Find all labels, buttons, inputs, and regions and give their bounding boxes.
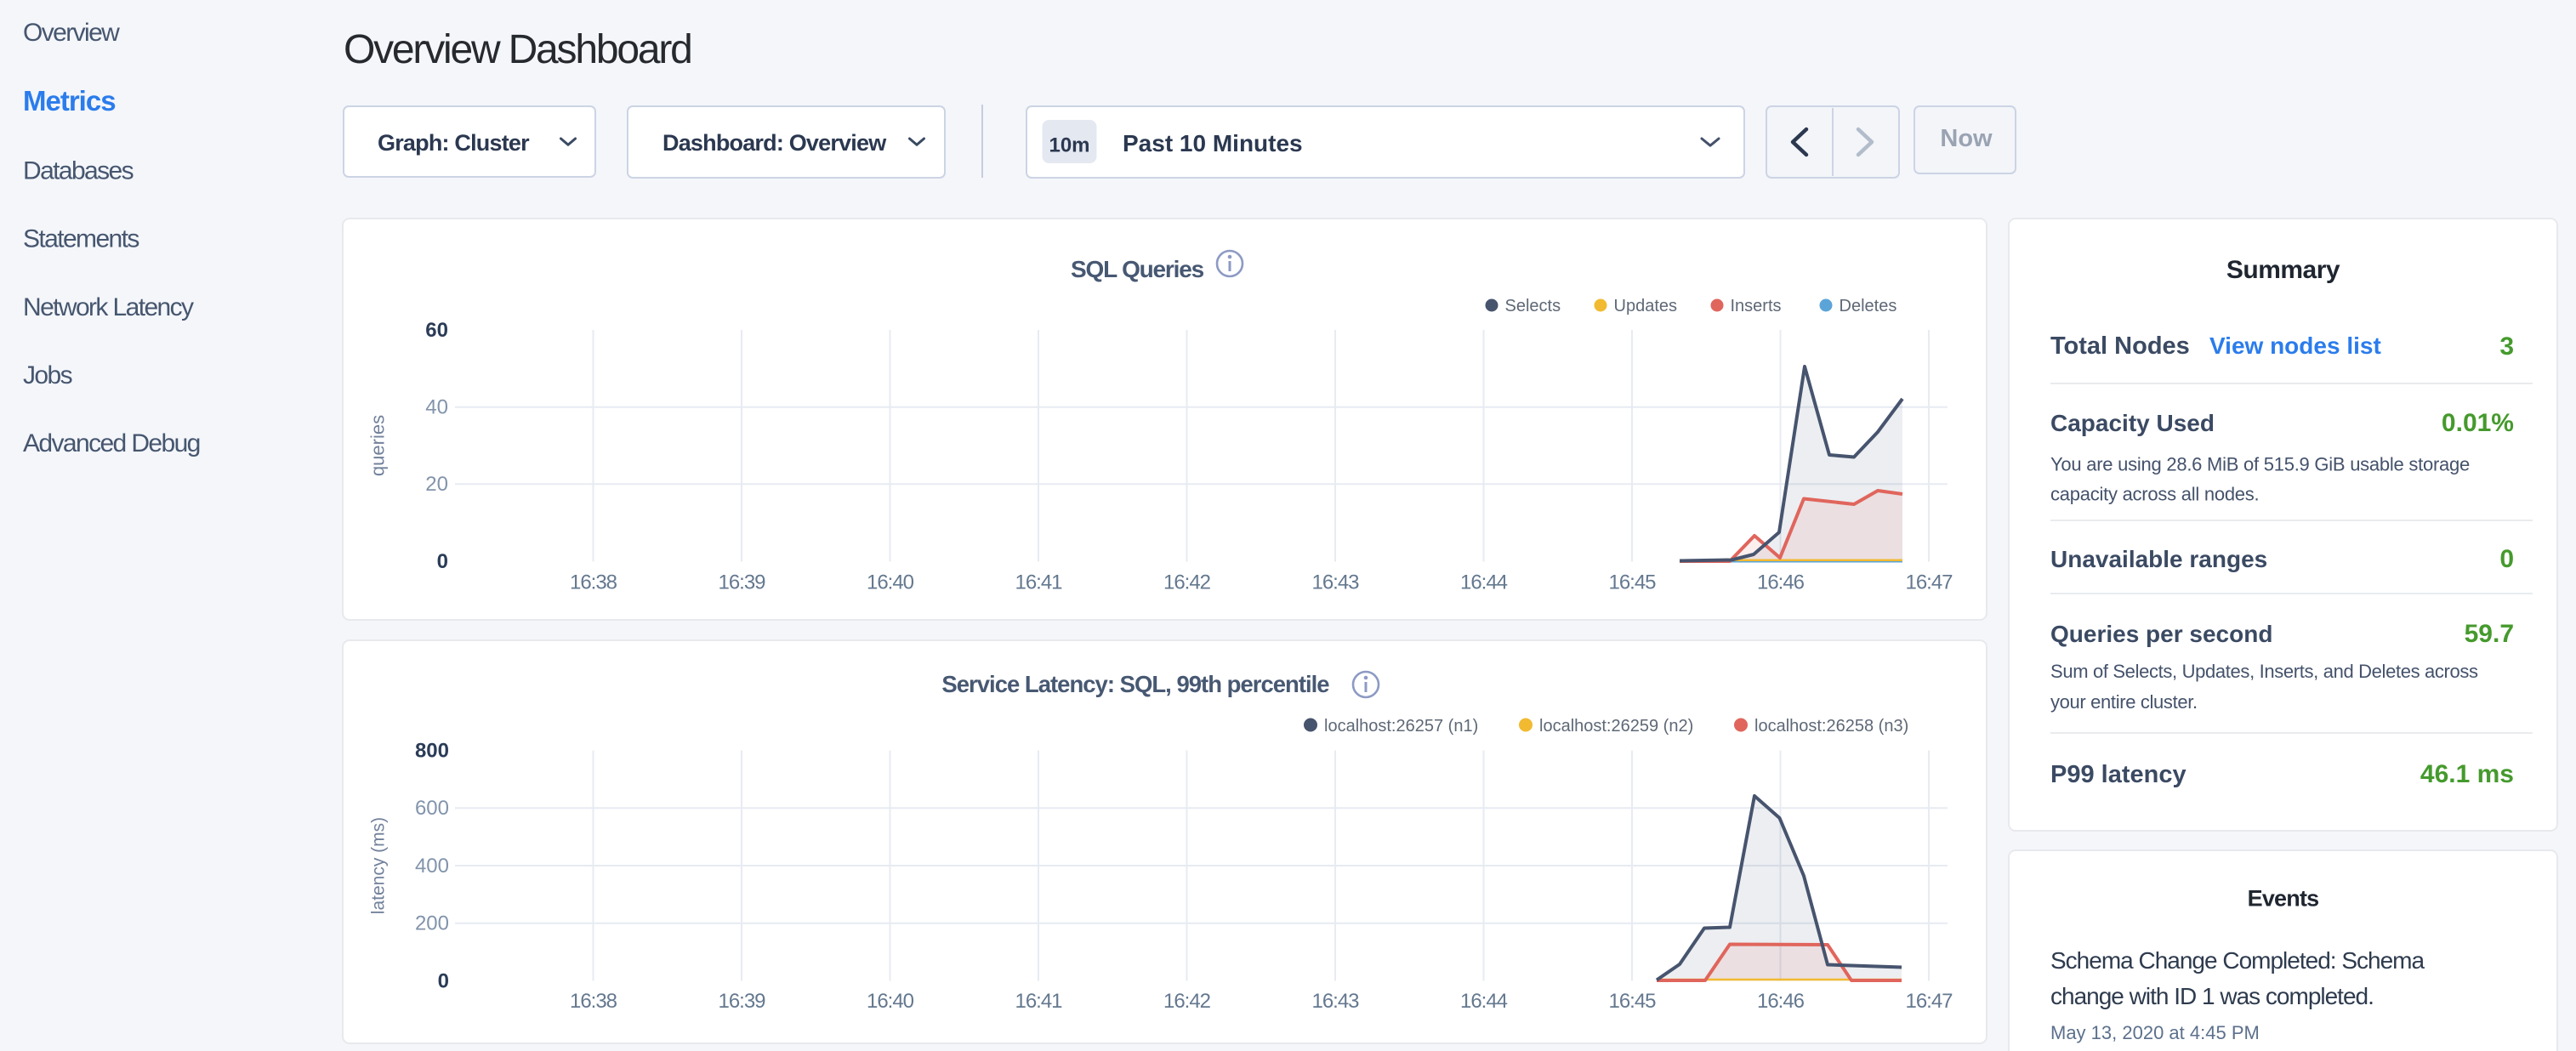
- svg-text:16:40: 16:40: [867, 571, 914, 594]
- svg-text:localhost:26258 (n3): localhost:26258 (n3): [1754, 717, 1908, 736]
- svg-text:16:39: 16:39: [718, 571, 765, 594]
- svg-text:Updates: Updates: [1614, 297, 1678, 315]
- svg-text:60: 60: [425, 319, 448, 342]
- svg-text:May 13, 2020 at 4:45 PM: May 13, 2020 at 4:45 PM: [2050, 1022, 2260, 1043]
- svg-text:latency (ms): latency (ms): [369, 817, 389, 914]
- svg-text:Overview Dashboard: Overview Dashboard: [344, 27, 691, 72]
- svg-text:View nodes list: View nodes list: [2209, 332, 2381, 359]
- svg-text:Past 10 Minutes: Past 10 Minutes: [1123, 130, 1303, 156]
- svg-text:16:47: 16:47: [1905, 571, 1953, 594]
- svg-text:16:40: 16:40: [867, 990, 914, 1013]
- svg-text:200: 200: [415, 912, 449, 935]
- svg-text:0: 0: [2499, 545, 2514, 573]
- svg-text:16:42: 16:42: [1163, 990, 1211, 1013]
- svg-text:Jobs: Jobs: [23, 361, 72, 389]
- svg-text:Statements: Statements: [23, 225, 139, 253]
- svg-text:Overview: Overview: [23, 19, 120, 47]
- svg-text:SQL Queries: SQL Queries: [1071, 256, 1204, 282]
- svg-text:16:44: 16:44: [1460, 571, 1508, 594]
- svg-text:localhost:26259 (n2): localhost:26259 (n2): [1539, 717, 1693, 736]
- svg-text:16:43: 16:43: [1311, 990, 1359, 1013]
- svg-text:16:38: 16:38: [570, 571, 617, 594]
- svg-text:Dashboard: Overview: Dashboard: Overview: [662, 130, 887, 156]
- svg-text:your entire cluster.: your entire cluster.: [2050, 691, 2198, 713]
- svg-text:Graph: Cluster: Graph: Cluster: [378, 130, 530, 156]
- svg-text:16:45: 16:45: [1608, 990, 1656, 1013]
- svg-text:Databases: Databases: [23, 157, 134, 185]
- svg-text:3: 3: [2499, 332, 2514, 361]
- svg-text:40: 40: [425, 396, 448, 419]
- svg-text:0.01%: 0.01%: [2442, 409, 2514, 437]
- svg-text:0: 0: [438, 970, 449, 993]
- svg-text:Summary: Summary: [2226, 256, 2340, 284]
- svg-text:16:38: 16:38: [570, 990, 617, 1013]
- svg-text:You are using 28.6 MiB of 515.: You are using 28.6 MiB of 515.9 GiB usab…: [2050, 454, 2470, 475]
- svg-text:Unavailable ranges: Unavailable ranges: [2050, 546, 2267, 572]
- svg-text:Events: Events: [2248, 886, 2319, 912]
- svg-text:59.7: 59.7: [2465, 620, 2514, 648]
- svg-text:16:41: 16:41: [1015, 571, 1062, 594]
- svg-text:16:41: 16:41: [1015, 990, 1062, 1013]
- svg-text:Advanced Debug: Advanced Debug: [23, 429, 200, 457]
- svg-text:Network Latency: Network Latency: [23, 293, 194, 321]
- svg-text:P99 latency: P99 latency: [2050, 761, 2186, 788]
- svg-text:20: 20: [425, 473, 448, 496]
- svg-text:Inserts: Inserts: [1731, 297, 1782, 315]
- svg-text:10m: 10m: [1049, 134, 1089, 157]
- svg-text:16:45: 16:45: [1608, 571, 1656, 594]
- svg-text:change with ID 1 was completed: change with ID 1 was completed.: [2050, 983, 2374, 1009]
- svg-text:Schema Change Completed: Schem: Schema Change Completed: Schema: [2050, 947, 2425, 974]
- svg-text:46.1 ms: 46.1 ms: [2420, 760, 2514, 788]
- svg-text:Metrics: Metrics: [23, 85, 116, 116]
- svg-text:16:46: 16:46: [1757, 990, 1805, 1013]
- svg-text:Deletes: Deletes: [1840, 297, 1897, 315]
- svg-text:600: 600: [415, 797, 449, 820]
- svg-text:800: 800: [415, 740, 449, 763]
- svg-text:queries: queries: [367, 415, 389, 476]
- svg-text:localhost:26257 (n1): localhost:26257 (n1): [1324, 717, 1478, 736]
- svg-text:Capacity Used: Capacity Used: [2050, 410, 2215, 436]
- svg-text:16:39: 16:39: [718, 990, 765, 1013]
- svg-text:16:43: 16:43: [1311, 571, 1359, 594]
- svg-text:16:47: 16:47: [1905, 990, 1953, 1013]
- svg-text:Service Latency: SQL, 99th per: Service Latency: SQL, 99th percentile: [941, 671, 1329, 697]
- svg-text:Now: Now: [1940, 125, 1993, 152]
- svg-text:16:44: 16:44: [1460, 990, 1508, 1013]
- svg-text:Sum of Selects, Updates, Inser: Sum of Selects, Updates, Inserts, and De…: [2050, 661, 2478, 682]
- svg-text:0: 0: [437, 550, 448, 573]
- svg-text:Selects: Selects: [1505, 297, 1561, 315]
- svg-text:Total Nodes: Total Nodes: [2050, 332, 2190, 360]
- svg-text:capacity across all nodes.: capacity across all nodes.: [2050, 484, 2259, 505]
- svg-text:Queries per second: Queries per second: [2050, 621, 2272, 647]
- svg-text:16:46: 16:46: [1757, 571, 1805, 594]
- svg-text:16:42: 16:42: [1163, 571, 1211, 594]
- svg-text:400: 400: [415, 855, 449, 878]
